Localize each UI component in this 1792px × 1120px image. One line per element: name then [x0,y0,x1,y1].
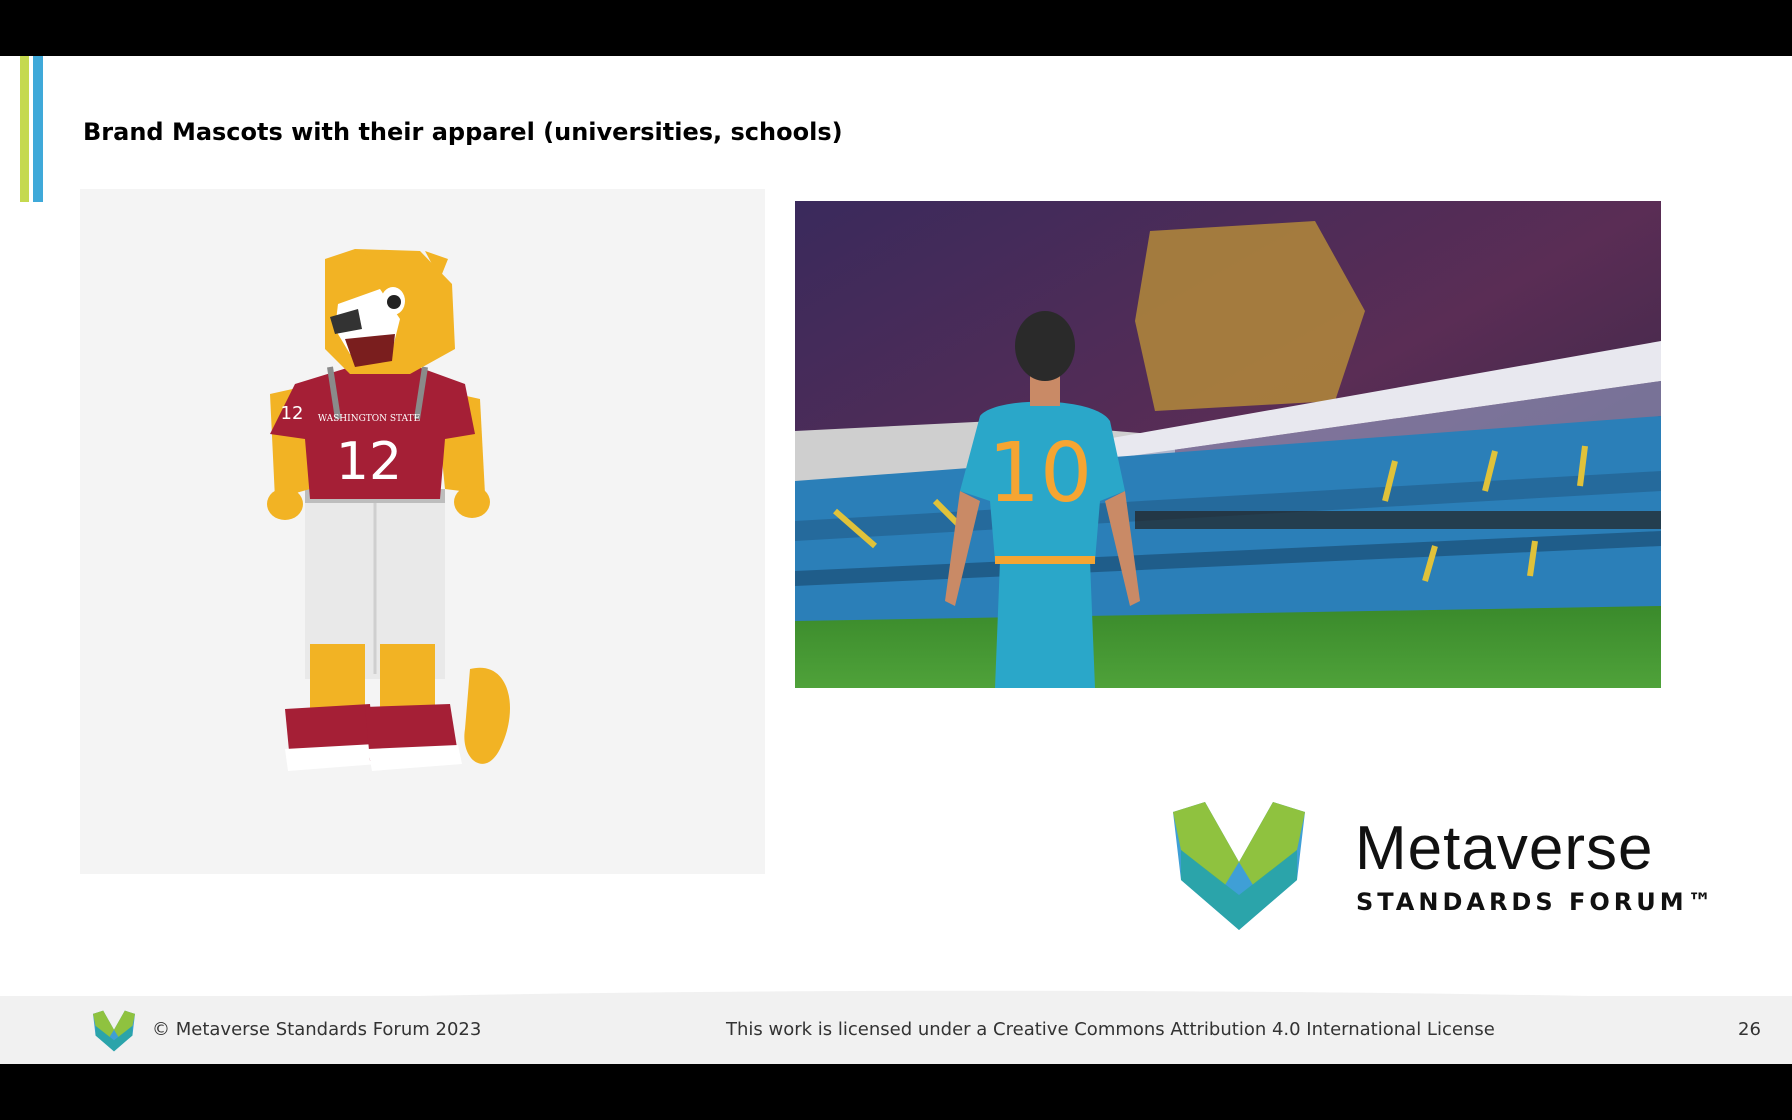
mascot-image: WASHINGTON STATE 12 12 [80,189,765,874]
mascot-jersey-text: WASHINGTON STATE [318,414,420,424]
slide-footer: © Metaverse Standards Forum 2023 This wo… [0,996,1792,1064]
video-letterbox-bottom [0,1064,1792,1120]
accent-bar-green [20,56,29,202]
logo-wordmark: Metaverse [1355,814,1654,883]
presentation-slide: Brand Mascots with their apparel (univer… [0,56,1792,1064]
stadium-scene: 10 [795,201,1661,688]
mascot-sleeve-number: 12 [281,403,304,424]
slide-title: Brand Mascots with their apparel (univer… [83,118,843,146]
avatar-jersey-number: 10 [988,426,1092,521]
footer-logo-icon [93,1010,135,1052]
footer-copyright: © Metaverse Standards Forum 2023 [152,1019,482,1040]
mascot-figure: WASHINGTON STATE 12 12 [267,249,510,771]
mascot-jersey-number: 12 [336,432,402,492]
accent-bar-blue [33,56,43,202]
metaverse-logo-mark-icon [1173,802,1305,930]
stadium-avatar-image: 10 [795,201,1661,688]
footer-license: This work is licensed under a Creative C… [726,1019,1495,1040]
metaverse-logo: Metaverse STANDARDS FORUM™ [1165,800,1715,940]
video-letterbox-top [0,0,1792,56]
slide-page-number: 26 [1738,1019,1761,1040]
logo-subtitle: STANDARDS FORUM™ [1356,888,1716,916]
